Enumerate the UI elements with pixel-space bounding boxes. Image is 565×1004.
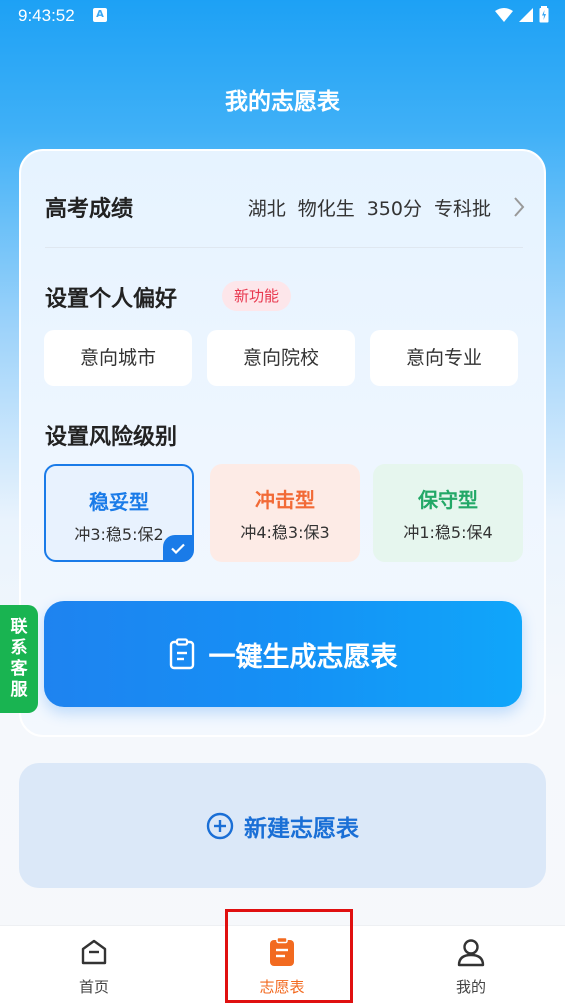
risk-option-name: 保守型 <box>418 488 478 512</box>
status-time: 9:43:52 <box>18 6 75 25</box>
wifi-icon <box>495 7 513 22</box>
clipboard-icon <box>169 638 194 670</box>
signal-icon <box>519 7 533 22</box>
risk-option-ratio: 冲4:稳3:保3 <box>240 523 330 542</box>
nav-home-label: 首页 <box>78 978 109 996</box>
intended-school-button[interactable]: 意向院校 <box>207 330 355 386</box>
divider <box>45 247 523 248</box>
home-icon <box>78 936 110 968</box>
new-plan-button[interactable]: 新建志愿表 <box>19 763 546 888</box>
plan-settings-card: 高考成绩 湖北 物化生 350分 专科批 设置个人偏好 新功能 意向城市 意向院… <box>19 149 546 737</box>
risk-option-attack[interactable]: 冲击型 冲4:稳3:保3 <box>210 464 360 562</box>
exam-score-row[interactable]: 高考成绩 湖北 物化生 350分 专科批 <box>45 187 525 227</box>
nav-mine[interactable]: 我的 <box>411 926 531 1004</box>
nav-home[interactable]: 首页 <box>34 926 154 1004</box>
score-province: 湖北 <box>247 197 286 220</box>
highlight-box <box>225 909 353 1003</box>
score-points: 350分 <box>366 197 422 220</box>
generate-plan-label: 一键生成志愿表 <box>208 641 398 673</box>
battery-icon <box>539 6 549 23</box>
service-label-char: 联 <box>10 617 28 637</box>
new-plan-label: 新建志愿表 <box>244 815 359 842</box>
status-bar: 9:43:52 A <box>0 0 565 32</box>
new-feature-badge: 新功能 <box>222 281 292 311</box>
preferences-title: 设置个人偏好 <box>45 287 178 312</box>
customer-service-tab[interactable]: 联 系 客 服 <box>0 605 38 713</box>
plus-circle-icon <box>206 812 234 839</box>
risk-option-steady[interactable]: 稳妥型 冲3:稳5:保2 <box>44 464 194 562</box>
risk-option-name: 冲击型 <box>255 488 315 512</box>
service-label-char: 服 <box>10 680 28 700</box>
exam-score-label: 高考成绩 <box>45 197 134 222</box>
notification-app-icon: A <box>93 8 107 22</box>
risk-option-conservative[interactable]: 保守型 冲1:稳5:保4 <box>373 464 523 562</box>
risk-option-name: 稳妥型 <box>89 490 149 514</box>
service-label-char: 系 <box>10 638 28 658</box>
risk-level-title: 设置风险级别 <box>45 425 178 450</box>
nav-mine-label: 我的 <box>455 978 486 996</box>
chevron-right-icon <box>513 196 525 218</box>
exam-score-values: 湖北 物化生 350分 专科批 <box>248 194 525 221</box>
checkmark-icon <box>163 535 193 561</box>
service-label-char: 客 <box>10 659 28 679</box>
intended-city-button[interactable]: 意向城市 <box>44 330 192 386</box>
user-icon <box>455 936 487 968</box>
intended-major-button[interactable]: 意向专业 <box>370 330 518 386</box>
page-title: 我的志愿表 <box>225 89 340 115</box>
score-batch: 专科批 <box>433 197 491 220</box>
score-subjects: 物化生 <box>297 197 355 220</box>
generate-plan-button[interactable]: 一键生成志愿表 <box>44 601 522 707</box>
status-icons <box>495 6 549 23</box>
risk-option-ratio: 冲1:稳5:保4 <box>403 523 493 542</box>
